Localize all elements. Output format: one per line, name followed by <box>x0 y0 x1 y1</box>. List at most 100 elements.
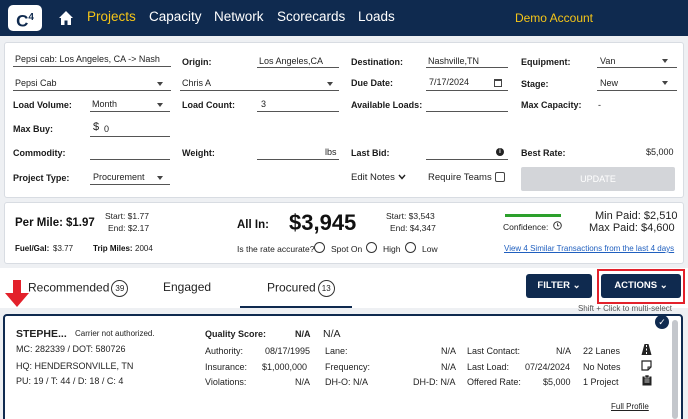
app-logo[interactable]: C4 <box>8 5 42 31</box>
load-volume-label: Load Volume: <box>13 100 72 110</box>
insurance-value: $1,000,000 <box>262 362 308 372</box>
low-radio[interactable] <box>405 242 416 253</box>
clipboard-icon[interactable] <box>642 375 652 386</box>
lane-label: Lane: <box>325 346 348 356</box>
available-loads-input[interactable] <box>426 111 508 112</box>
last-contact-value: N/A <box>556 346 572 356</box>
project-name-field[interactable]: Pepsi cab: Los Angeles, CA -> Nash <box>15 54 160 64</box>
max-capacity-value: - <box>598 100 601 110</box>
fuel-value: $3.77 <box>53 244 74 253</box>
scrollbar[interactable] <box>672 320 678 419</box>
violations-value: N/A <box>295 377 311 387</box>
high-radio[interactable] <box>366 242 377 253</box>
all-in-label: All In: <box>237 219 269 231</box>
last-load-label: Last Load: <box>467 362 510 372</box>
due-date-label: Due Date: <box>351 78 394 88</box>
calendar-icon[interactable] <box>494 79 502 87</box>
offered-rate-label: Offered Rate: <box>467 377 521 387</box>
arrow-down-icon <box>5 280 29 307</box>
actions-highlight <box>597 269 685 304</box>
tab-label: Engaged <box>163 280 212 294</box>
project-type-select[interactable]: Procurement <box>93 172 145 182</box>
max-capacity-label: Max Capacity: <box>521 100 582 110</box>
stage-select[interactable]: New <box>600 78 618 88</box>
similar-transactions-link[interactable]: View 4 Similar Transactions from the las… <box>504 244 674 253</box>
last-bid-underline <box>426 159 508 160</box>
low-label: Low <box>422 244 438 254</box>
require-teams-checkbox[interactable] <box>495 172 505 182</box>
home-icon[interactable] <box>58 10 74 26</box>
origin-underline <box>257 67 339 68</box>
best-rate-label: Best Rate: <box>521 148 566 158</box>
insurance-label: Insurance: <box>205 362 248 372</box>
nav-loads[interactable]: Loads <box>358 9 395 24</box>
tab-label: Recommended <box>28 280 110 295</box>
load-count-input[interactable]: 3 <box>261 99 266 109</box>
frequency-value: N/A <box>441 362 457 372</box>
project-type-underline <box>90 184 170 185</box>
chevron-down-icon[interactable] <box>662 59 668 63</box>
weight-unit: lbs <box>325 147 337 157</box>
high-label: High <box>383 244 401 254</box>
weight-input[interactable] <box>257 159 339 160</box>
weight-label: Weight: <box>182 148 215 158</box>
carrier-mc-dot: MC: 282339 / DOT: 580726 <box>16 344 126 354</box>
full-profile-link[interactable]: Full Profile <box>611 402 649 411</box>
available-loads-label: Available Loads: <box>351 100 423 110</box>
logo-text: C <box>16 11 29 31</box>
filter-button[interactable]: FILTER ⌄ <box>526 274 592 298</box>
fuel-label: Fuel/Gal: <box>15 244 50 253</box>
min-paid: Min Paid: $2,510 <box>595 210 678 222</box>
tab-count-badge: 39 <box>111 280 129 297</box>
tab-engaged[interactable]: Engaged <box>163 280 211 294</box>
chevron-down-icon[interactable] <box>398 174 406 180</box>
carrier-pu-stats: PU: 19 / T: 44 / D: 18 / C: 4 <box>16 376 124 386</box>
edit-notes-button[interactable]: Edit Notes <box>351 172 395 183</box>
projects-count[interactable]: 1 Project <box>583 377 619 387</box>
max-buy-input[interactable]: 0 <box>104 124 109 134</box>
notes-link[interactable]: No Notes <box>583 362 621 372</box>
spot-on-radio[interactable] <box>314 242 325 253</box>
carrier-card[interactable]: STEPHE... Carrier not authorized. MC: 28… <box>3 314 683 419</box>
road-icon[interactable] <box>641 344 652 355</box>
nav-capacity[interactable]: Capacity <box>149 9 202 24</box>
chevron-down-icon[interactable] <box>327 82 333 86</box>
info-icon[interactable]: i <box>496 148 504 156</box>
nav-projects[interactable]: Projects <box>87 9 136 24</box>
equipment-label: Equipment: <box>521 57 571 67</box>
nav-network[interactable]: Network <box>214 9 264 24</box>
tab-procured[interactable]: Procured 13 <box>267 280 335 297</box>
authority-label: Authority: <box>205 346 244 356</box>
chevron-down-icon[interactable] <box>157 82 163 86</box>
violations-label: Violations: <box>205 377 247 387</box>
load-volume-select[interactable]: Month <box>92 99 117 109</box>
due-date-underline <box>426 90 508 91</box>
load-count-label: Load Count: <box>182 100 235 110</box>
chevron-down-icon[interactable] <box>157 103 163 107</box>
destination-value[interactable]: Nashville,TN <box>428 56 479 66</box>
clock-icon[interactable] <box>553 221 562 230</box>
update-button[interactable]: UPDATE <box>521 167 675 191</box>
origin-value[interactable]: Los Angeles,CA <box>259 56 323 66</box>
account-name[interactable]: Demo Account <box>515 11 593 25</box>
chevron-down-icon[interactable] <box>662 81 668 85</box>
chevron-down-icon[interactable] <box>157 176 163 180</box>
check-icon[interactable]: ✓ <box>655 315 669 329</box>
origin-label: Origin: <box>182 57 212 67</box>
commodity-input[interactable] <box>90 159 170 160</box>
project-name-underline <box>13 66 171 67</box>
nav-scorecards[interactable]: Scorecards <box>277 9 345 24</box>
due-date-input[interactable]: 7/17/2024 <box>429 77 469 87</box>
lane-value: N/A <box>441 346 457 356</box>
last-contact-label: Last Contact: <box>467 346 521 356</box>
customer-select[interactable]: Pepsi Cab <box>15 78 57 88</box>
rate-summary: Per Mile: $1.97 Start: $1.77 End: $2.17 … <box>4 202 684 264</box>
all-in-end: End: $4,347 <box>390 223 436 233</box>
equipment-select[interactable]: Van <box>600 56 615 66</box>
note-icon[interactable] <box>641 360 652 371</box>
tab-recommended[interactable]: Recommended 39 <box>28 280 129 297</box>
owner-select[interactable]: Chris A <box>182 78 211 88</box>
carrier-name[interactable]: STEPHE... <box>16 328 67 340</box>
lanes-count[interactable]: 22 Lanes <box>583 346 620 356</box>
multi-select-hint: Shift + Click to multi-select <box>577 304 672 313</box>
